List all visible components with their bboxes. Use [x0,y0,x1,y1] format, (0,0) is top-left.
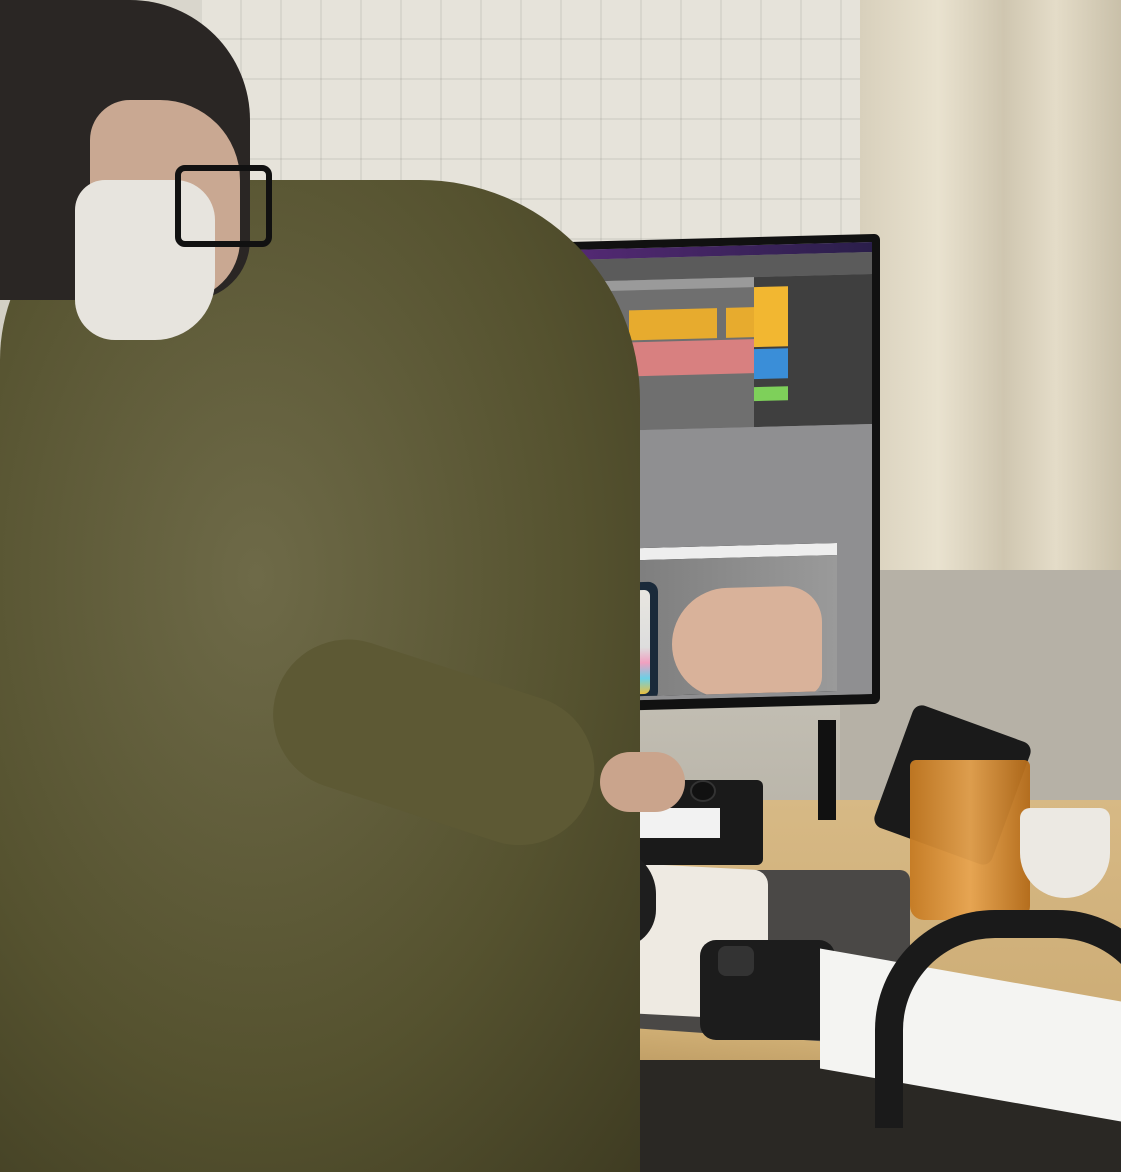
camera-icon [718,946,754,976]
monitor-stand [818,720,836,820]
amber-cup [910,760,1030,920]
track-header[interactable] [754,348,788,380]
audio-clip[interactable] [726,307,754,338]
track-header[interactable] [754,386,788,402]
bowl [1020,808,1110,898]
video-hand [672,585,822,700]
person-head [0,0,272,340]
knob-icon [690,780,716,802]
curtain [860,0,1121,585]
audio-clip[interactable] [629,308,717,341]
mixer-panel [754,274,872,428]
headphones [875,910,1121,1128]
glasses [175,165,272,247]
smartphone [700,940,835,1040]
person-hand [600,752,685,812]
track-header[interactable] [754,286,788,348]
